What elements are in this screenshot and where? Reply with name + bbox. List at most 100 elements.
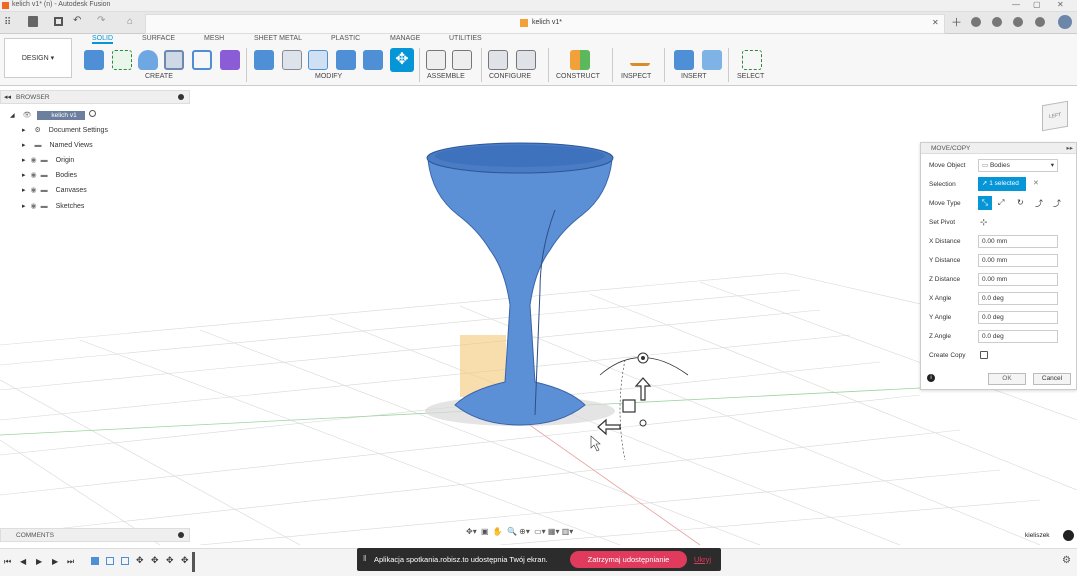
assemble-group-label[interactable]: ASSEMBLE: [427, 73, 465, 80]
modify-group-label[interactable]: MODIFY: [315, 73, 342, 80]
browser-header[interactable]: ◂◂ BROWSER: [0, 90, 190, 104]
maximize-icon[interactable]: ▢: [1033, 0, 1041, 9]
viewports-icon[interactable]: ▥▾: [562, 527, 574, 536]
split-body-icon[interactable]: [363, 50, 383, 70]
glass-body[interactable]: [426, 142, 614, 426]
insert-image-icon[interactable]: [702, 50, 722, 70]
timeline-move-icon[interactable]: ✥: [166, 555, 174, 566]
create-copy-checkbox[interactable]: [980, 351, 988, 359]
go-to-start-icon[interactable]: ⏮: [4, 557, 11, 567]
file-menu-icon[interactable]: [28, 16, 38, 27]
select-icon[interactable]: [742, 50, 762, 70]
tree-item-named-views[interactable]: ▸ ▬ Named Views: [22, 141, 93, 149]
pan-icon[interactable]: ✋: [493, 527, 503, 536]
timeline-feature-icon[interactable]: [91, 557, 99, 565]
point-to-point-icon[interactable]: ⤴: [1035, 198, 1043, 209]
z-arrow-handle[interactable]: [634, 377, 652, 401]
grid-settings-icon[interactable]: ▦▾: [548, 527, 560, 536]
tree-item-origin[interactable]: ▸ ◉ ▬ Origin: [22, 156, 74, 164]
plane-handle[interactable]: [622, 399, 636, 413]
select-group-label[interactable]: SELECT: [737, 73, 764, 80]
expand-icon[interactable]: ▸: [22, 187, 26, 194]
create-group-label[interactable]: CREATE: [145, 73, 173, 80]
timeline-feature-icon[interactable]: [106, 557, 114, 565]
eye-icon[interactable]: ◉: [31, 187, 37, 194]
expand-icon[interactable]: ▸: [22, 142, 26, 149]
move-manipulator[interactable]: [597, 352, 689, 461]
z-distance-input[interactable]: 0.00 mm: [978, 273, 1058, 286]
eye-icon[interactable]: 👁: [23, 112, 32, 119]
tab-utilities[interactable]: UTILITIES: [449, 35, 482, 42]
tree-item-document-settings[interactable]: ▸ ⚙ Document Settings: [22, 126, 108, 134]
insert-group-label[interactable]: INSERT: [681, 73, 707, 80]
grid-menu-icon[interactable]: ⠿: [4, 17, 11, 28]
create-sketch-icon[interactable]: [112, 50, 132, 70]
look-at-icon[interactable]: ▣: [481, 527, 489, 536]
configure-table-icon[interactable]: [516, 50, 536, 70]
close-icon[interactable]: ✕: [1057, 0, 1064, 9]
translate-icon[interactable]: ⤢: [998, 198, 1004, 208]
zoom-window-icon[interactable]: ⊕▾: [519, 527, 530, 536]
eye-icon[interactable]: ◉: [31, 172, 37, 179]
as-built-joint-icon[interactable]: [452, 50, 472, 70]
fillet-icon[interactable]: [282, 50, 302, 70]
document-tab[interactable]: kelich v1* ✕: [145, 14, 945, 34]
measure-icon[interactable]: [630, 54, 650, 66]
notifications-icon[interactable]: [1013, 17, 1023, 27]
timeline-move-icon[interactable]: ✥: [151, 555, 159, 566]
go-to-end-icon[interactable]: ⏭: [67, 557, 74, 567]
extrude-icon[interactable]: [138, 50, 158, 70]
pivot-handle[interactable]: [639, 419, 647, 427]
account-icon[interactable]: [1063, 530, 1074, 541]
tab-sheet-metal[interactable]: SHEET METAL: [254, 35, 302, 42]
viewport[interactable]: [0, 90, 1077, 546]
zoom-icon[interactable]: 🔍: [507, 527, 517, 536]
timeline-settings-icon[interactable]: ⚙: [1062, 555, 1071, 566]
expand-icon[interactable]: ▸: [22, 172, 26, 179]
insert-derive-icon[interactable]: [674, 50, 694, 70]
avatar[interactable]: [1058, 15, 1072, 29]
timeline-feature-icon[interactable]: [121, 557, 129, 565]
inspect-group-label[interactable]: INSPECT: [621, 73, 651, 80]
tab-surface[interactable]: SURFACE: [142, 35, 175, 42]
expand-icon[interactable]: ▸: [22, 157, 26, 164]
set-pivot-icon[interactable]: ⊹: [980, 217, 988, 228]
tree-item-canvases[interactable]: ▸ ◉ ▬ Canvases: [22, 186, 87, 194]
expand-panel-icon[interactable]: ▸▸: [1066, 143, 1073, 154]
point-to-position-icon[interactable]: ⤴: [1053, 198, 1061, 209]
tree-item-sketches[interactable]: ▸ ◉ ▬ Sketches: [22, 202, 84, 210]
drag-handle-icon[interactable]: ‖: [363, 554, 366, 563]
clear-selection-icon[interactable]: ✕: [1033, 179, 1039, 187]
tab-manage[interactable]: MANAGE: [390, 35, 420, 42]
configure-icon[interactable]: [488, 50, 508, 70]
tree-root[interactable]: ◢ 👁 kelich v1: [10, 110, 96, 120]
info-icon[interactable]: i: [927, 374, 935, 382]
activate-radio-icon[interactable]: [88, 110, 96, 117]
new-component-icon[interactable]: [84, 50, 104, 70]
tree-item-bodies[interactable]: ▸ ◉ ▬ Bodies: [22, 171, 77, 179]
help-icon[interactable]: [1035, 17, 1045, 27]
comments-panel[interactable]: COMMENTS: [0, 528, 190, 542]
tab-plastic[interactable]: PLASTIC: [331, 35, 360, 42]
viewcube[interactable]: LEFT: [1042, 100, 1068, 132]
x-distance-input[interactable]: 0.00 mm: [978, 235, 1058, 248]
selection-button[interactable]: ➚ 1 selected: [978, 177, 1026, 191]
y-distance-input[interactable]: 0.00 mm: [978, 254, 1058, 267]
expand-icon[interactable]: ◢: [10, 113, 15, 119]
tab-solid[interactable]: SOLID: [92, 35, 114, 44]
redo-icon[interactable]: ↷: [97, 15, 105, 26]
rectangle-icon[interactable]: [192, 50, 212, 70]
rotate-icon[interactable]: ↻: [1017, 198, 1024, 207]
workspace-dropdown[interactable]: DESIGN ▾: [4, 38, 72, 78]
stop-sharing-button[interactable]: Zatrzymaj udostępnianie: [570, 551, 687, 568]
job-status-icon[interactable]: [992, 17, 1002, 27]
expand-icon[interactable]: ▸: [22, 127, 26, 134]
hide-link[interactable]: Ukryj: [694, 555, 711, 564]
y-angle-input[interactable]: 0.0 deg: [978, 311, 1058, 324]
free-move-icon[interactable]: ⤡: [978, 196, 992, 210]
expand-icon[interactable]: ▸: [22, 203, 26, 210]
step-forward-icon[interactable]: ▶: [52, 557, 58, 566]
combine-icon[interactable]: [336, 50, 356, 70]
timeline-move-icon[interactable]: ✥: [136, 555, 144, 566]
form-icon[interactable]: [220, 50, 240, 70]
